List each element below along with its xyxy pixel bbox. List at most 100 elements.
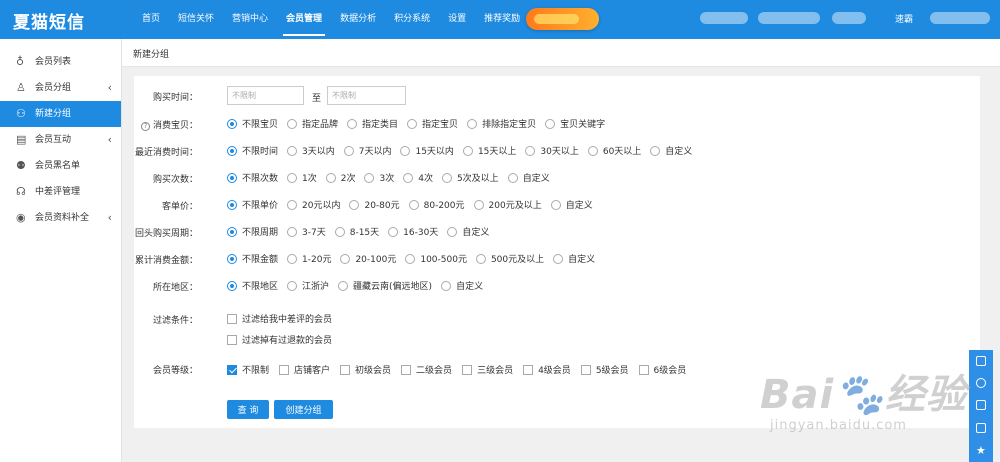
radio-option[interactable]: 30天以上 bbox=[525, 144, 579, 157]
radio-button[interactable] bbox=[441, 172, 452, 183]
nav-item[interactable]: 首页 bbox=[133, 0, 169, 39]
radio-button[interactable] bbox=[343, 145, 354, 156]
level-option[interactable]: 店铺客户 bbox=[279, 363, 330, 376]
radio-button[interactable] bbox=[545, 118, 556, 129]
level-option[interactable]: 初级会员 bbox=[340, 363, 391, 376]
level-checkbox[interactable] bbox=[340, 364, 351, 375]
level-option[interactable]: 不限制 bbox=[227, 363, 269, 376]
radio-option[interactable]: 1-20元 bbox=[287, 252, 331, 265]
user-name[interactable]: 速霸 bbox=[895, 12, 913, 25]
radio-option[interactable]: 不限时间 bbox=[227, 144, 278, 157]
radio-option[interactable]: 200元及以上 bbox=[473, 198, 542, 211]
nav-item[interactable]: 数据分析 bbox=[331, 0, 385, 39]
filter-option[interactable]: 过滤掉有过退款的会员 bbox=[227, 333, 332, 346]
radio-option[interactable]: 江浙沪 bbox=[287, 279, 329, 292]
radio-button[interactable] bbox=[553, 253, 564, 264]
radio-option[interactable]: 20元以内 bbox=[287, 198, 340, 211]
radio-button[interactable] bbox=[447, 226, 458, 237]
filter-refund-checkbox[interactable] bbox=[227, 334, 237, 345]
nav-item[interactable]: 积分系统 bbox=[385, 0, 439, 39]
radio-button[interactable] bbox=[467, 118, 478, 129]
radio-button[interactable] bbox=[400, 145, 411, 156]
radio-button[interactable] bbox=[364, 172, 375, 183]
image-icon[interactable] bbox=[976, 423, 986, 433]
radio-button[interactable] bbox=[473, 199, 484, 210]
radio-option[interactable]: 不限金额 bbox=[227, 252, 278, 265]
radio-button[interactable] bbox=[403, 172, 414, 183]
radio-button[interactable] bbox=[650, 145, 661, 156]
radio-option[interactable]: 100-500元 bbox=[405, 252, 467, 265]
nav-item[interactable]: 营销中心 bbox=[223, 0, 277, 39]
chat-icon[interactable] bbox=[976, 378, 986, 388]
radio-option[interactable]: 15天以内 bbox=[400, 144, 454, 157]
radio-button[interactable] bbox=[287, 199, 298, 210]
radio-option[interactable]: 20-100元 bbox=[340, 252, 396, 265]
level-option[interactable]: 三级会员 bbox=[462, 363, 513, 376]
radio-button[interactable] bbox=[287, 118, 298, 129]
level-option[interactable]: 二级会员 bbox=[401, 363, 452, 376]
radio-option[interactable]: 16-30天 bbox=[388, 225, 438, 238]
radio-button[interactable] bbox=[334, 226, 345, 237]
radio-button[interactable] bbox=[407, 118, 418, 129]
sidebar-item[interactable]: ⚇ 新建分组 bbox=[0, 101, 121, 127]
radio-option[interactable]: 500元及以上 bbox=[475, 252, 544, 265]
phone-icon[interactable] bbox=[976, 400, 986, 410]
promo-banner[interactable] bbox=[526, 8, 599, 30]
radio-button[interactable] bbox=[587, 145, 598, 156]
radio-option[interactable]: 指定宝贝 bbox=[407, 117, 458, 130]
radio-option[interactable]: 不限单价 bbox=[227, 198, 278, 211]
radio-option[interactable]: 疆藏云南(偏远地区) bbox=[338, 279, 432, 292]
radio-option[interactable]: 不限宝贝 bbox=[227, 117, 278, 130]
sidebar-item[interactable]: ◉ 会员资料补全 ‹ bbox=[0, 205, 121, 231]
app-logo[interactable]: 夏猫短信 bbox=[13, 8, 85, 33]
radio-option[interactable]: 宝贝关键字 bbox=[545, 117, 605, 130]
radio-option[interactable]: 5次及以上 bbox=[441, 171, 499, 184]
level-option[interactable]: 5级会员 bbox=[580, 363, 629, 376]
radio-button[interactable] bbox=[227, 226, 237, 237]
level-option[interactable]: 4级会员 bbox=[523, 363, 571, 376]
radio-option[interactable]: 20-80元 bbox=[349, 198, 400, 211]
radio-button[interactable] bbox=[227, 280, 237, 291]
radio-button[interactable] bbox=[287, 226, 298, 237]
create-group-button[interactable]: 创建分组 bbox=[274, 400, 333, 419]
radio-button[interactable] bbox=[340, 253, 351, 264]
nav-item[interactable]: 设置 bbox=[439, 0, 475, 39]
star-icon[interactable]: ★ bbox=[976, 445, 986, 456]
radio-option[interactable]: 自定义 bbox=[447, 225, 489, 238]
radio-option[interactable]: 不限地区 bbox=[227, 279, 278, 292]
radio-button[interactable] bbox=[550, 199, 561, 210]
radio-button[interactable] bbox=[227, 199, 237, 210]
radio-option[interactable]: 1次 bbox=[287, 171, 317, 184]
radio-option[interactable]: 3-7天 bbox=[287, 225, 326, 238]
sidebar-item[interactable]: ▤ 会员互动 ‹ bbox=[0, 127, 121, 153]
purchase-time-from-input[interactable] bbox=[227, 86, 304, 105]
sidebar-item[interactable]: ♙ 会员分组 ‹ bbox=[0, 75, 121, 101]
level-checkbox[interactable] bbox=[638, 364, 649, 375]
radio-option[interactable]: 自定义 bbox=[553, 252, 595, 265]
radio-option[interactable]: 排除指定宝贝 bbox=[467, 117, 536, 130]
radio-button[interactable] bbox=[338, 280, 349, 291]
radio-option[interactable]: 2次 bbox=[325, 171, 355, 184]
radio-option[interactable]: 80-200元 bbox=[408, 198, 465, 211]
radio-button[interactable] bbox=[325, 172, 336, 183]
radio-option[interactable]: 自定义 bbox=[650, 144, 692, 157]
radio-button[interactable] bbox=[227, 145, 237, 156]
radio-button[interactable] bbox=[388, 226, 399, 237]
radio-button[interactable] bbox=[349, 199, 360, 210]
radio-button[interactable] bbox=[227, 253, 237, 264]
radio-button[interactable] bbox=[287, 280, 298, 291]
nav-item[interactable]: 短信关怀 bbox=[169, 0, 223, 39]
radio-button[interactable] bbox=[287, 253, 298, 264]
filter-option[interactable]: 过滤给我中差评的会员 bbox=[227, 312, 332, 325]
level-option[interactable]: 6级会员 bbox=[638, 363, 686, 376]
radio-option[interactable]: 60天以上 bbox=[587, 144, 641, 157]
help-icon[interactable]: ? bbox=[140, 121, 150, 131]
radio-option[interactable]: 3次 bbox=[364, 171, 394, 184]
level-checkbox[interactable] bbox=[401, 364, 412, 375]
level-checkbox[interactable] bbox=[523, 364, 534, 375]
radio-button[interactable] bbox=[441, 280, 452, 291]
level-checkbox[interactable] bbox=[462, 364, 473, 375]
radio-option[interactable]: 指定类目 bbox=[347, 117, 398, 130]
radio-button[interactable] bbox=[507, 172, 518, 183]
radio-button[interactable] bbox=[287, 172, 298, 183]
